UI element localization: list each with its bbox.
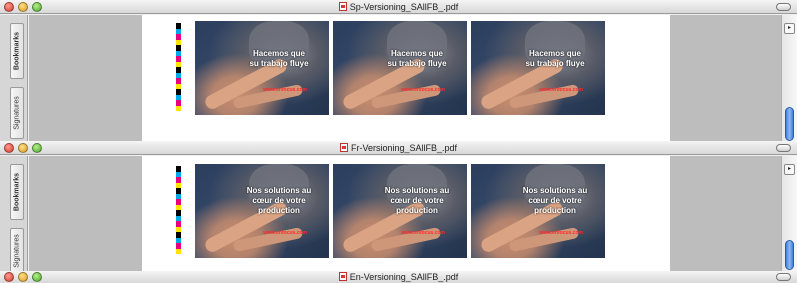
- ad-url: www.enfocus.com: [263, 87, 307, 93]
- ad-card: Nos solutions au cœur de votre production …: [471, 164, 605, 258]
- scroll-arrow-icon[interactable]: ▸: [784, 23, 795, 34]
- scroll-arrow-icon[interactable]: ▸: [784, 164, 795, 175]
- title-bar[interactable]: En-Versioning_SAllFB_.pdf: [0, 271, 797, 283]
- ad-url: www.enfocus.com: [263, 230, 307, 236]
- window-title-text: Fr-Versioning_SAllFB_.pdf: [350, 143, 458, 153]
- ad-card: Nos solutions au cœur de votre production …: [333, 164, 467, 258]
- pdf-window-spanish: Sp-Versioning_SAllFB_.pdf Bookmarks Sign…: [0, 0, 797, 141]
- sidebar-tabs: Bookmarks Signatures: [0, 15, 28, 141]
- tab-signatures[interactable]: Signatures: [10, 87, 24, 139]
- title-bar[interactable]: Fr-Versioning_SAllFB_.pdf: [0, 141, 797, 155]
- ad-headline: Nos solutions au cœur de votre production: [384, 186, 450, 215]
- sidebar-tabs: Bookmarks Signatures: [0, 156, 28, 271]
- tab-bookmarks[interactable]: Bookmarks: [10, 164, 24, 220]
- ad-headline: Hacemos que su trabajo fluye: [249, 49, 309, 68]
- window-title: Fr-Versioning_SAllFB_.pdf: [0, 142, 797, 154]
- ad-headline: Hacemos que su trabajo fluye: [525, 49, 585, 68]
- ad-url: www.enfocus.com: [401, 230, 445, 236]
- pdf-window-french: Fr-Versioning_SAllFB_.pdf Bookmarks Sign…: [0, 141, 797, 271]
- pdf-document-icon: [338, 2, 347, 11]
- ad-url: www.enfocus.com: [401, 87, 445, 93]
- tab-signatures[interactable]: Signatures: [10, 228, 24, 271]
- pdf-document-icon: [339, 143, 348, 152]
- vertical-scrollbar[interactable]: ▸: [781, 156, 797, 271]
- document-view[interactable]: Nos solutions au cœur de votre production …: [29, 156, 781, 271]
- toolbar-toggle-icon[interactable]: [776, 3, 791, 11]
- ad-url: www.enfocus.com: [539, 230, 583, 236]
- scroll-thumb[interactable]: [785, 240, 794, 270]
- pdf-document-icon: [338, 272, 347, 281]
- vertical-scrollbar[interactable]: ▸: [781, 15, 797, 141]
- color-control-strip: [176, 166, 181, 254]
- pdf-window-english: En-Versioning_SAllFB_.pdf: [0, 271, 797, 283]
- pdf-page: Hacemos que su trabajo fluye www.enfocus.…: [142, 15, 670, 141]
- window-title: En-Versioning_SAllFB_.pdf: [0, 271, 797, 283]
- pdf-page: Nos solutions au cœur de votre production …: [142, 156, 670, 271]
- window-title-text: En-Versioning_SAllFB_.pdf: [349, 272, 459, 282]
- ad-card: Hacemos que su trabajo fluye www.enfocus.…: [195, 21, 329, 115]
- toolbar-toggle-icon[interactable]: [776, 273, 791, 281]
- title-bar[interactable]: Sp-Versioning_SAllFB_.pdf: [0, 0, 797, 14]
- ad-card: Nos solutions au cœur de votre production …: [195, 164, 329, 258]
- document-view[interactable]: Hacemos que su trabajo fluye www.enfocus.…: [29, 15, 781, 141]
- toolbar-toggle-icon[interactable]: [776, 144, 791, 152]
- window-title-text: Sp-Versioning_SAllFB_.pdf: [349, 2, 459, 12]
- color-control-strip: [176, 23, 181, 111]
- color-patch: [176, 105, 181, 111]
- ad-card: Hacemos que su trabajo fluye www.enfocus.…: [333, 21, 467, 115]
- ad-headline: Hacemos que su trabajo fluye: [387, 49, 447, 68]
- ad-card: Hacemos que su trabajo fluye www.enfocus.…: [471, 21, 605, 115]
- ad-headline: Nos solutions au cœur de votre production: [246, 186, 312, 215]
- scroll-thumb[interactable]: [785, 107, 794, 141]
- window-title: Sp-Versioning_SAllFB_.pdf: [0, 1, 797, 13]
- ad-headline: Nos solutions au cœur de votre production: [522, 186, 588, 215]
- tab-bookmarks[interactable]: Bookmarks: [10, 23, 24, 79]
- ad-url: www.enfocus.com: [539, 87, 583, 93]
- color-patch: [176, 248, 181, 254]
